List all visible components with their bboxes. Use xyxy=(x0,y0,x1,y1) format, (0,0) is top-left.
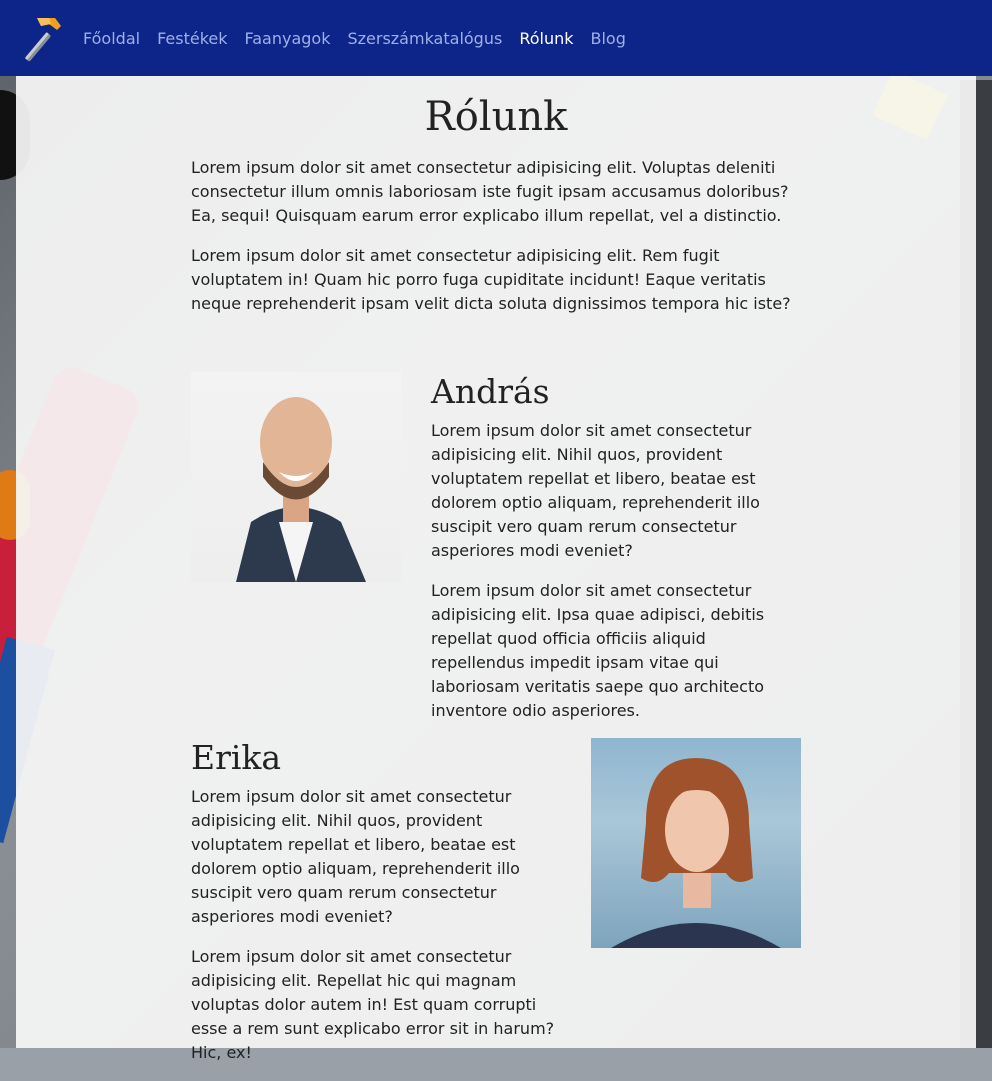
hammer-icon[interactable] xyxy=(15,12,67,64)
erika-photo xyxy=(591,738,801,948)
nav-link-rolunk[interactable]: Rólunk xyxy=(519,29,573,48)
member-paragraph: Lorem ipsum dolor sit amet consectetur a… xyxy=(431,421,760,560)
member-paragraph: Lorem ipsum dolor sit amet consectetur a… xyxy=(191,787,520,926)
nav-link-faanyagok[interactable]: Faanyagok xyxy=(245,29,331,48)
main-content: Rólunk Lorem ipsum dolor sit amet consec… xyxy=(16,76,976,1062)
about-paragraph: Lorem ipsum dolor sit amet consectetur a… xyxy=(191,246,791,313)
nav-link-blog[interactable]: Blog xyxy=(591,29,626,48)
andras-bio: András Lorem ipsum dolor sit amet consec… xyxy=(431,372,801,739)
navbar: Főoldal Festékek Faanyagok Szerszámkatal… xyxy=(0,0,992,76)
about-section: Rólunk Lorem ipsum dolor sit amet consec… xyxy=(191,94,801,332)
about-paragraph: Lorem ipsum dolor sit amet consectetur a… xyxy=(191,158,789,225)
member-name: Erika xyxy=(191,738,282,777)
nav-link-festekek[interactable]: Festékek xyxy=(157,29,227,48)
nav-menu: Főoldal Festékek Faanyagok Szerszámkatal… xyxy=(83,29,643,48)
member-paragraph: Lorem ipsum dolor sit amet consectetur a… xyxy=(191,947,555,1062)
erika-bio: Erika Lorem ipsum dolor sit amet consect… xyxy=(191,738,561,1081)
andras-photo xyxy=(191,372,401,582)
page-title: Rólunk xyxy=(424,94,568,140)
nav-link-fooldal[interactable]: Főoldal xyxy=(83,29,140,48)
member-paragraph: Lorem ipsum dolor sit amet consectetur a… xyxy=(431,581,765,720)
nav-link-szerszamkatalogus[interactable]: Szerszámkatalógus xyxy=(347,29,502,48)
member-name: András xyxy=(431,372,550,411)
